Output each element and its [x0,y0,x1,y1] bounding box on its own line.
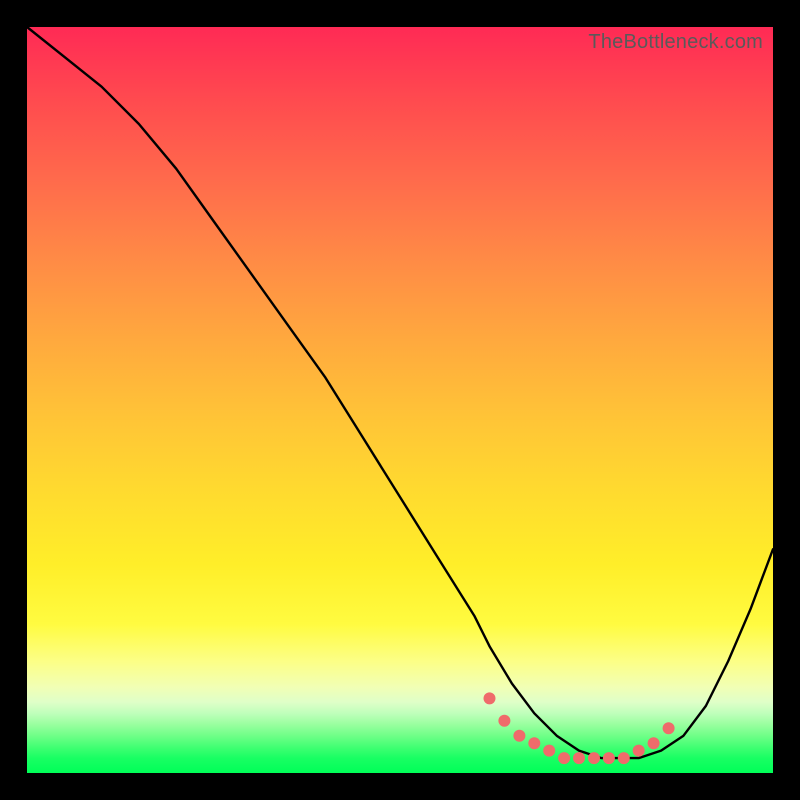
optimal-range-dot [498,715,510,727]
optimal-range-dot [484,692,496,704]
chart-svg [27,27,773,773]
optimal-range-dot [543,745,555,757]
optimal-range-dot [603,752,615,764]
chart-frame: TheBottleneck.com [0,0,800,800]
plot-area: TheBottleneck.com [27,27,773,773]
optimal-range-dot [618,752,630,764]
optimal-range-dot [633,745,645,757]
optimal-range-dot [648,737,660,749]
bottleneck-curve-line [27,27,773,758]
optimal-range-dot [663,722,675,734]
optimal-range-dots [484,692,675,764]
optimal-range-dot [528,737,540,749]
optimal-range-dot [573,752,585,764]
optimal-range-dot [588,752,600,764]
optimal-range-dot [513,730,525,742]
optimal-range-dot [558,752,570,764]
